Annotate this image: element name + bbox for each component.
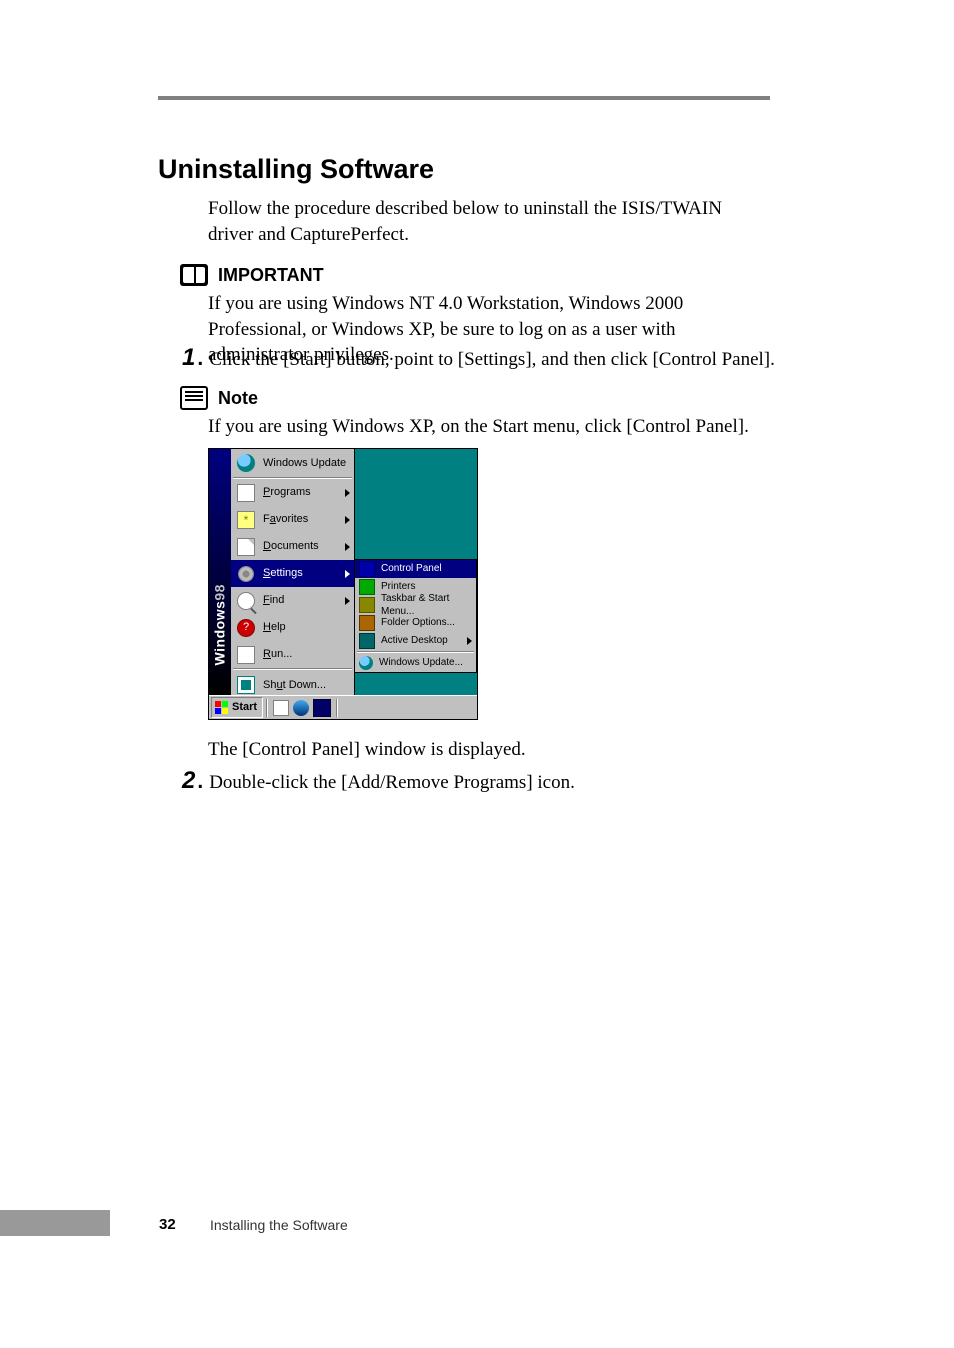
start-menu-banner: Windows98 (209, 449, 231, 695)
submenu-label: Active Desktop (381, 634, 448, 648)
menu-label: Find (263, 593, 284, 608)
step-2-dot: . (197, 768, 203, 796)
screenshot-caption: The [Control Panel] window is displayed. (208, 737, 768, 763)
footer-chapter: Installing the Software (210, 1216, 348, 1235)
menu-favorites[interactable]: Favorites (231, 506, 354, 533)
submenu-label: Control Panel (381, 562, 442, 576)
settings-icon (237, 565, 255, 583)
folder-options-icon (359, 615, 375, 631)
quicklaunch-channels-icon[interactable] (313, 699, 331, 717)
taskbar: Start (209, 695, 477, 719)
globe-icon (237, 454, 255, 472)
menu-run[interactable]: Run... (231, 641, 354, 668)
submenu-separator (357, 651, 474, 653)
menu-label: Favorites (263, 512, 308, 527)
menu-label: Windows Update (263, 456, 346, 471)
start-menu-screenshot: Windows98 Windows Update Programs Favori… (208, 448, 478, 720)
note-label: Note (218, 386, 258, 410)
menu-label: Help (263, 620, 286, 635)
menu-label: Programs (263, 485, 311, 500)
menu-label: Settings (263, 566, 303, 581)
menu-documents[interactable]: Documents (231, 533, 354, 560)
quicklaunch-ie-icon[interactable] (293, 700, 309, 716)
submenu-active-desktop[interactable]: Active Desktop (355, 632, 476, 650)
start-label: Start (232, 700, 257, 715)
submenu-label: Folder Options... (381, 616, 455, 630)
submenu-arrow-icon (345, 597, 350, 605)
note-icon (180, 386, 208, 410)
footer-tab (0, 1210, 110, 1236)
control-panel-icon (359, 561, 375, 577)
submenu-arrow-icon (345, 516, 350, 524)
programs-icon (237, 484, 255, 502)
settings-submenu: Control Panel Printers Taskbar & Start M… (354, 559, 477, 673)
find-icon (237, 592, 255, 610)
menu-windows-update[interactable]: Windows Update (231, 449, 354, 477)
printers-icon (359, 579, 375, 595)
favorites-icon (237, 511, 255, 529)
header-rule (158, 96, 770, 100)
shutdown-icon (237, 676, 255, 694)
submenu-arrow-icon (345, 570, 350, 578)
page-number: 32 (159, 1215, 176, 1235)
submenu-control-panel[interactable]: Control Panel (355, 560, 476, 578)
menu-help[interactable]: Help (231, 614, 354, 641)
documents-icon (237, 538, 255, 556)
menu-label: Documents (263, 539, 319, 554)
menu-label: Run... (263, 647, 292, 662)
intro-text: Follow the procedure described below to … (208, 196, 768, 247)
submenu-folder-options[interactable]: Folder Options... (355, 614, 476, 632)
submenu-label: Windows Update... (379, 656, 463, 670)
run-icon (237, 646, 255, 664)
step-1-number: 1 (182, 346, 195, 370)
submenu-arrow-icon (345, 543, 350, 551)
start-button[interactable]: Start (211, 697, 263, 718)
step-2-text: Double-click the [Add/Remove Programs] i… (209, 770, 575, 796)
step-2-number: 2 (182, 769, 195, 793)
active-desktop-icon (359, 633, 375, 649)
step-1-dot: . (197, 345, 203, 373)
taskbar-icon (359, 597, 375, 613)
menu-settings[interactable]: Settings (231, 560, 354, 587)
quicklaunch-desktop-icon[interactable] (273, 700, 289, 716)
note-text: If you are using Windows XP, on the Star… (208, 414, 768, 440)
step-1-text: Click the [Start] button, point to [Sett… (209, 347, 775, 373)
banner-text: Windows98 (211, 475, 230, 665)
section-heading: Uninstalling Software (158, 151, 434, 187)
important-icon (180, 264, 208, 286)
menu-programs[interactable]: Programs (231, 479, 354, 506)
menu-label: Shut Down... (263, 678, 326, 693)
submenu-arrow-icon (345, 489, 350, 497)
important-label: IMPORTANT (218, 263, 324, 287)
help-icon (237, 619, 255, 637)
quicklaunch-separator (266, 699, 268, 717)
globe-icon (359, 656, 373, 670)
submenu-arrow-icon (467, 637, 472, 645)
start-menu: Windows Update Programs Favorites Docume… (231, 449, 355, 695)
submenu-windows-update[interactable]: Windows Update... (355, 654, 476, 672)
submenu-taskbar[interactable]: Taskbar & Start Menu... (355, 596, 476, 614)
quicklaunch-separator (336, 699, 338, 717)
windows-flag-icon (215, 701, 229, 715)
menu-find[interactable]: Find (231, 587, 354, 614)
